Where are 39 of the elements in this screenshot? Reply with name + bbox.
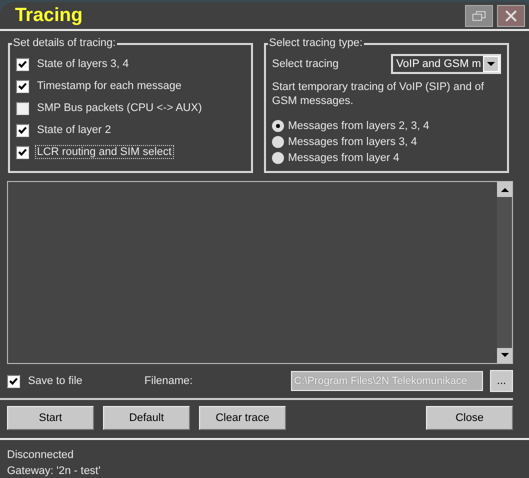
action-button[interactable]: Start	[7, 406, 94, 430]
select-label: Select tracing	[272, 58, 339, 70]
checkbox-label: State of layers 3, 4	[36, 57, 130, 71]
description-text: Start temporary tracing of VoIP (SIP) and of GSM messages.	[272, 80, 485, 108]
close-icon	[504, 8, 518, 22]
checkbox-label: LCR routing and SIM select	[35, 145, 174, 159]
radio-label: Messages from layers 3, 4	[288, 136, 417, 148]
checkbox-label: Timestamp for each message	[36, 79, 182, 93]
checkbox[interactable]	[16, 80, 29, 92]
checkbox[interactable]	[16, 102, 29, 114]
restore-button[interactable]	[465, 4, 493, 26]
scroll-up-icon[interactable]	[497, 182, 512, 197]
close-button[interactable]	[497, 4, 525, 26]
radio-label: Messages from layers 2, 3, 4	[288, 120, 430, 132]
checkbox[interactable]	[16, 124, 29, 136]
radio-button[interactable]	[272, 120, 284, 132]
radio-label: Messages from layer 4	[288, 152, 400, 164]
checkbox-label: SMP Bus packets (CPU <-> AUX)	[36, 101, 203, 115]
window-title: Tracing	[15, 4, 84, 26]
status-text: Disconnected	[7, 448, 75, 463]
action-button[interactable]: Close	[426, 406, 513, 430]
tracing-select[interactable]: VoIP and GSM m	[391, 54, 501, 74]
status-text: Gateway: '2n - test'	[7, 464, 102, 478]
action-button[interactable]: Default	[103, 406, 190, 430]
group-legend: Select tracing type:	[268, 37, 364, 49]
action-button[interactable]: Clear trace	[199, 406, 286, 430]
filename-label: Filename:	[144, 375, 193, 387]
restore-icon	[472, 10, 486, 22]
radio-button[interactable]	[272, 136, 284, 148]
checkbox[interactable]	[16, 146, 29, 158]
scroll-down-icon[interactable]	[497, 348, 512, 363]
checkbox[interactable]	[16, 58, 29, 70]
browse-button[interactable]: ...	[490, 370, 513, 392]
checkbox[interactable]	[7, 374, 20, 388]
checkbox-label: State of layer 2	[36, 123, 112, 137]
radio-button[interactable]	[272, 152, 284, 164]
checkbox-label: Save to file	[27, 374, 84, 388]
group-legend: Set details of tracing:	[12, 37, 117, 49]
scrollbar[interactable]	[497, 182, 512, 363]
